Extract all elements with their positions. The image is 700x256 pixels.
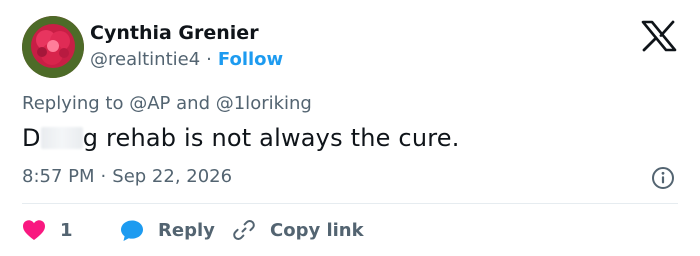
author-handle-line: @realtintie4 · Follow bbox=[90, 49, 283, 70]
tweet-date: Sep 22, 2026 bbox=[112, 166, 233, 187]
x-logo-icon[interactable] bbox=[641, 20, 677, 52]
reply-conjunction: and bbox=[176, 93, 210, 114]
copy-link-label: Copy link bbox=[270, 219, 364, 241]
tweet-timestamp[interactable]: 8:57 PM · Sep 22, 2026 bbox=[22, 166, 232, 187]
tweet-card: Cynthia Grenier @realtintie4 · Follow Repl… bbox=[0, 0, 700, 256]
tweet-text-start: D bbox=[22, 124, 41, 152]
tweet-time: 8:57 PM bbox=[22, 166, 95, 187]
reply-context: Replying to @AP and @1loriking bbox=[22, 93, 312, 114]
reply-label: Reply bbox=[158, 219, 215, 241]
action-bar: 1 Reply Copy link bbox=[22, 216, 364, 244]
reply-button[interactable]: Reply bbox=[120, 219, 232, 242]
info-icon[interactable] bbox=[651, 166, 675, 190]
copy-link-button[interactable]: Copy link bbox=[232, 218, 364, 242]
tweet-text-rest: g rehab is not always the cure. bbox=[82, 124, 460, 152]
mention-link[interactable]: @1loriking bbox=[216, 93, 312, 114]
like-button[interactable]: 1 bbox=[22, 219, 120, 241]
avatar[interactable] bbox=[22, 16, 84, 78]
author-name[interactable]: Cynthia Grenier bbox=[90, 22, 259, 44]
separator-dot: · bbox=[100, 166, 107, 187]
author-handle[interactable]: @realtintie4 bbox=[90, 49, 200, 70]
follow-button[interactable]: Follow bbox=[218, 49, 283, 70]
censor-blur bbox=[40, 127, 83, 149]
separator-dot: · bbox=[206, 49, 212, 70]
like-count: 1 bbox=[60, 219, 73, 241]
link-icon bbox=[233, 220, 255, 240]
reply-prefix: Replying to bbox=[22, 93, 124, 114]
heart-icon bbox=[23, 220, 45, 240]
speech-bubble-icon bbox=[121, 220, 143, 241]
tweet-text: Dg rehab is not always the cure. bbox=[22, 124, 460, 152]
divider bbox=[22, 203, 678, 204]
mention-link[interactable]: @AP bbox=[129, 93, 170, 114]
